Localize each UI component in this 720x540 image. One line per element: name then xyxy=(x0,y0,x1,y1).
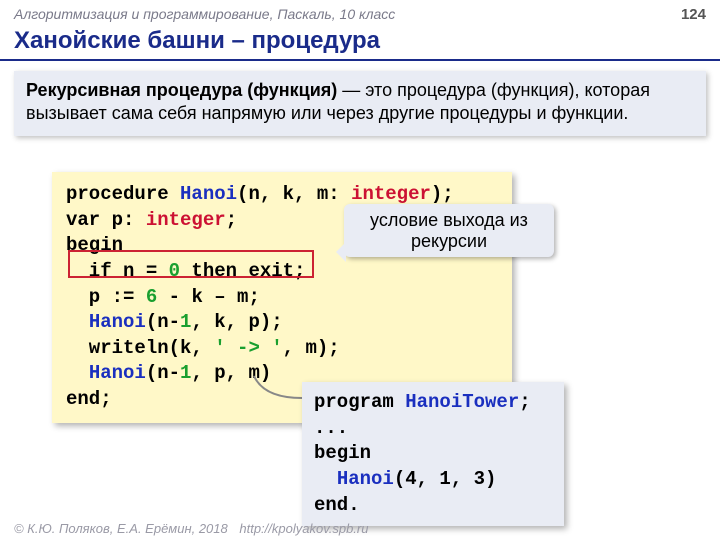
code-text: p := xyxy=(66,286,146,308)
num: 6 xyxy=(146,286,157,308)
code-text xyxy=(66,362,89,384)
kw-begin: begin xyxy=(66,234,123,256)
fn-hanoitower: HanoiTower xyxy=(405,391,519,413)
page-number: 124 xyxy=(681,6,706,23)
kw-end: end. xyxy=(314,494,360,516)
code-text: ; xyxy=(226,209,237,231)
code-text: writeln(k, xyxy=(66,337,214,359)
header: Алгоритмизация и программирование, Паска… xyxy=(0,0,720,25)
page-title: Ханойские башни – процедура xyxy=(0,25,720,61)
type-integer: integer xyxy=(351,183,431,205)
code-text: ); xyxy=(431,183,454,205)
footer: © К.Ю. Поляков, Е.А. Ерёмин, 2018 http:/… xyxy=(14,521,368,536)
program-box: program HanoiTower; ... begin Hanoi(4, 1… xyxy=(302,382,564,526)
code-text: , m); xyxy=(283,337,340,359)
kw-var: var p: xyxy=(66,209,146,231)
code-text: (n- xyxy=(146,311,180,333)
fn-hanoi: Hanoi xyxy=(180,183,237,205)
kw-then-exit: then exit; xyxy=(180,260,305,282)
definition-box: Рекурсивная процедура (функция) — это пр… xyxy=(14,71,706,136)
kw-end: end; xyxy=(66,388,112,410)
code-text: - k – m; xyxy=(157,286,260,308)
callout-exit-condition: условие выхода из рекурсии xyxy=(344,204,554,257)
num: 1 xyxy=(180,311,191,333)
code-text xyxy=(314,468,337,490)
kw-procedure: procedure xyxy=(66,183,180,205)
kw-if: if n = xyxy=(66,260,169,282)
code-text: (4, 1, 3) xyxy=(394,468,497,490)
code-text: ; xyxy=(519,391,530,413)
kw-begin: begin xyxy=(314,442,371,464)
code-text: (n, k, m: xyxy=(237,183,351,205)
fn-hanoi: Hanoi xyxy=(89,362,146,384)
code-text: ... xyxy=(314,417,348,439)
code-text xyxy=(66,311,89,333)
num: 1 xyxy=(180,362,191,384)
copyright: © К.Ю. Поляков, Е.А. Ерёмин, 2018 xyxy=(14,521,228,536)
num: 0 xyxy=(169,260,180,282)
definition-term: Рекурсивная процедура (функция) xyxy=(26,80,337,100)
code-text: (n- xyxy=(146,362,180,384)
fn-hanoi: Hanoi xyxy=(337,468,394,490)
type-integer: integer xyxy=(146,209,226,231)
code-text: , k, p); xyxy=(191,311,282,333)
subject: Алгоритмизация и программирование, Паска… xyxy=(14,6,395,23)
footer-url[interactable]: http://kpolyakov.spb.ru xyxy=(239,521,368,536)
code-text: , p, m) xyxy=(191,362,271,384)
string-literal: ' -> ' xyxy=(214,337,282,359)
kw-program: program xyxy=(314,391,405,413)
fn-hanoi: Hanoi xyxy=(89,311,146,333)
